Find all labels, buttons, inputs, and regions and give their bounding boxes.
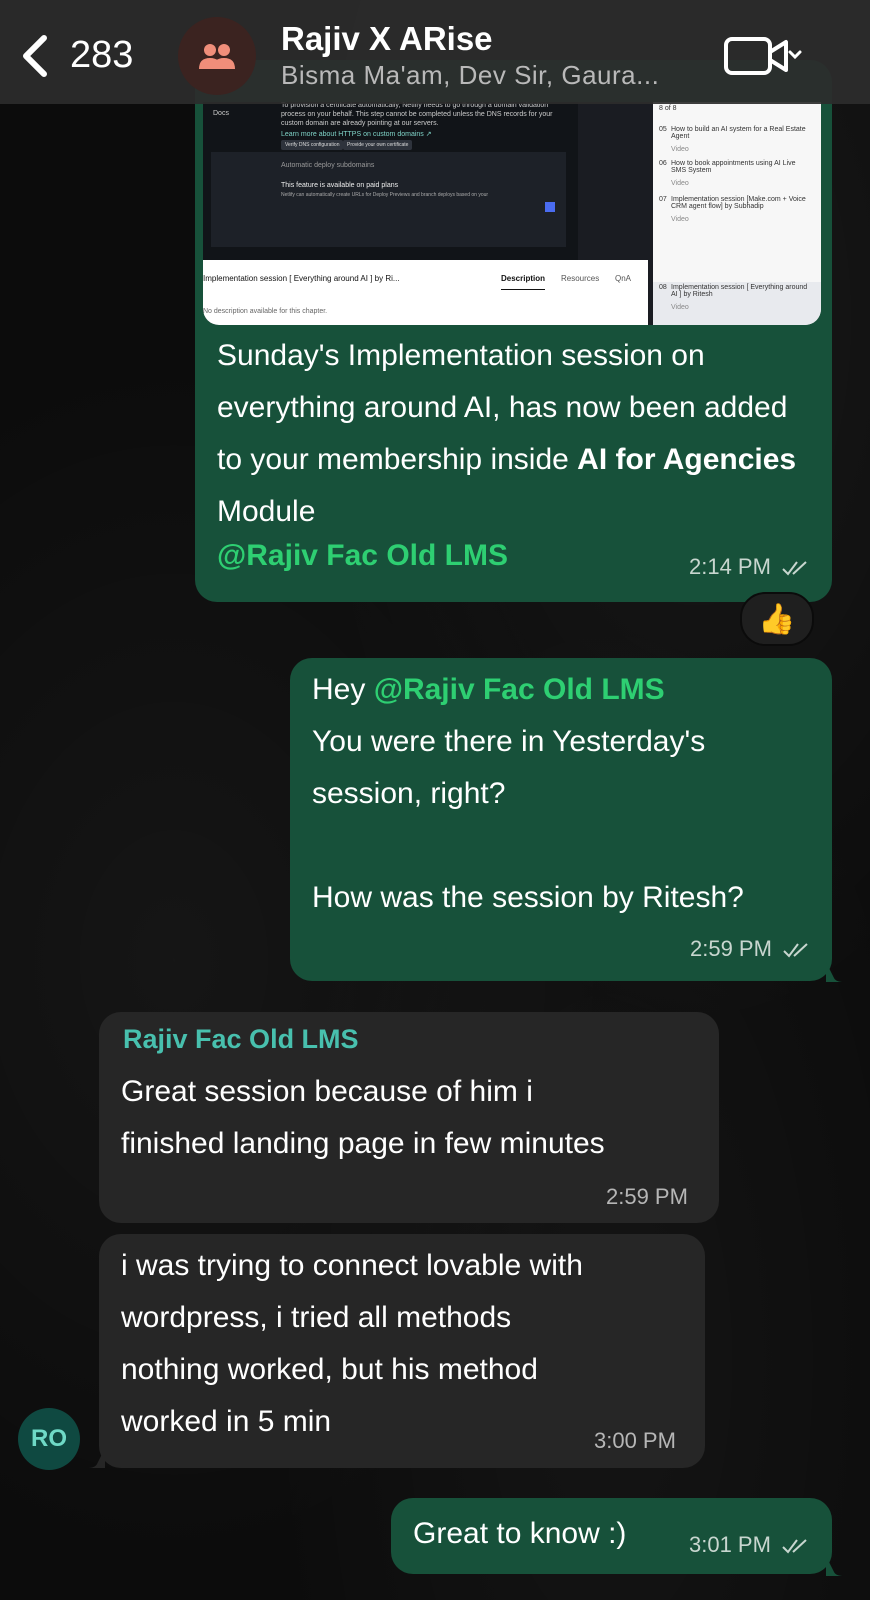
message-text: Great to know :) bbox=[413, 1517, 627, 1550]
mention-link[interactable]: @Rajiv Fac Old LMS bbox=[217, 530, 508, 582]
playlist-num: 05 bbox=[659, 126, 667, 133]
message-line: You were there in Yesterday's bbox=[312, 725, 706, 758]
playlist-type: Video bbox=[671, 216, 689, 223]
message-line: How was the session by Ritesh? bbox=[312, 881, 744, 914]
message-time: 2:14 PM bbox=[689, 554, 811, 580]
screenshot-dark-panel: Docs To provision a certificate automati… bbox=[203, 102, 578, 260]
chevron-left-icon[interactable] bbox=[20, 34, 50, 78]
message-line: wordpress, i tried all methods bbox=[121, 1301, 512, 1334]
thumbs-up-emoji: 👍 bbox=[758, 602, 796, 636]
bubble-tail bbox=[826, 962, 844, 982]
playlist-title: How to book appointments using AI Live S… bbox=[671, 160, 796, 174]
message-bubble-4[interactable]: i was trying to connect lovable with wor… bbox=[99, 1234, 705, 1468]
double-check-icon bbox=[782, 561, 807, 576]
screenshot-tab-description: Description bbox=[501, 274, 546, 290]
screenshot-description: No description available for this chapte… bbox=[203, 308, 328, 315]
message-line: Hey @Rajiv Fac Old LMS bbox=[312, 664, 665, 716]
screenshot-line: This feature is available on paid plans bbox=[281, 182, 399, 189]
mention-link[interactable]: @Rajiv Fac Old LMS bbox=[374, 673, 665, 706]
playlist-type: Video bbox=[671, 304, 689, 311]
playlist-type: Video bbox=[671, 180, 689, 187]
playlist-num: 07 bbox=[659, 196, 667, 203]
chat-participants[interactable]: Bisma Ma'am, Dev Sir, Gaura... bbox=[281, 60, 659, 91]
playlist-title: Implementation session [Make.com + Voice… bbox=[671, 196, 806, 210]
back-unread-count[interactable]: 283 bbox=[70, 34, 133, 77]
avatar[interactable]: RO bbox=[18, 1408, 80, 1470]
message-line: finished landing page in few minutes bbox=[121, 1127, 605, 1160]
playlist-type: Video bbox=[671, 146, 689, 153]
message-text: Sunday's Implementation session on every… bbox=[217, 330, 817, 538]
chevron-down-icon bbox=[788, 50, 802, 60]
playlist-title: Implementation session [ Everything arou… bbox=[671, 284, 808, 298]
screenshot-inner-card: Automatic deploy subdomains This feature… bbox=[211, 152, 566, 247]
message-bubble-5[interactable]: Great to know :) 3:01 PM bbox=[391, 1498, 832, 1574]
group-icon bbox=[199, 44, 235, 69]
video-camera-icon[interactable] bbox=[724, 36, 804, 76]
screenshot-white-panel bbox=[203, 260, 648, 325]
playlist-title: How to build an AI system for a Real Est… bbox=[671, 126, 806, 140]
screenshot-line: Automatic deploy subdomains bbox=[281, 162, 375, 169]
group-avatar[interactable] bbox=[178, 17, 256, 95]
playlist-num: 08 bbox=[659, 284, 667, 291]
screenshot-line: Netlify can automatically create URLs fo… bbox=[281, 192, 489, 198]
bubble-tail bbox=[826, 1556, 844, 1576]
message-line: worked in 5 min bbox=[121, 1405, 332, 1438]
playlist-counter: 8 of 8 bbox=[659, 105, 677, 112]
message-time: 3:01 PM bbox=[689, 1532, 811, 1558]
time-label: 3:01 PM bbox=[689, 1532, 771, 1557]
message-text-after: Module bbox=[217, 495, 316, 528]
screenshot-course-title: Implementation session [ Everything arou… bbox=[203, 274, 400, 283]
message-line: nothing worked, but his method bbox=[121, 1353, 538, 1386]
playlist-active-item: 08 Implementation session [ Everything a… bbox=[653, 282, 821, 325]
reaction-badge[interactable]: 👍 bbox=[740, 592, 814, 646]
message-time: 3:00 PM bbox=[594, 1428, 676, 1453]
chat-title[interactable]: Rajiv X ARise bbox=[281, 20, 493, 58]
screenshot-tab-resources: Resources bbox=[561, 274, 600, 283]
screenshot-button: Provide your own certificate bbox=[343, 140, 413, 150]
time-label: 2:59 PM bbox=[690, 936, 772, 961]
double-check-icon bbox=[782, 1539, 807, 1554]
message-time: 2:59 PM bbox=[606, 1184, 688, 1209]
message-bubble-3[interactable]: Rajiv Fac Old LMS Great session because … bbox=[99, 1012, 719, 1223]
course-screenshot-image[interactable]: Docs To provision a certificate automati… bbox=[203, 102, 821, 325]
playlist-num: 06 bbox=[659, 160, 667, 167]
screenshot-side-label: Docs bbox=[213, 110, 229, 117]
screenshot-line: custom domain are already pointing at ou… bbox=[281, 120, 439, 127]
bubble-tail bbox=[87, 1448, 105, 1468]
message-line: i was trying to connect lovable with bbox=[121, 1249, 583, 1282]
message-time: 2:59 PM bbox=[690, 936, 812, 962]
screenshot-line: process on your behalf. This step cannot… bbox=[281, 111, 553, 118]
message-text-bold: AI for Agencies bbox=[577, 443, 797, 476]
double-check-icon bbox=[783, 943, 808, 958]
message-line: Great session because of him i bbox=[121, 1075, 533, 1108]
message-line: session, right? bbox=[312, 777, 506, 810]
screenshot-tab-qna: QnA bbox=[615, 274, 632, 283]
screenshot-button: Verify DNS configuration bbox=[281, 140, 344, 150]
sender-name[interactable]: Rajiv Fac Old LMS bbox=[123, 1024, 359, 1055]
message-bubble-2[interactable]: Hey @Rajiv Fac Old LMS You were there in… bbox=[290, 658, 832, 981]
message-bubble-1[interactable]: Docs To provision a certificate automati… bbox=[195, 60, 832, 602]
chat-header: 283 Rajiv X ARise Bisma Ma'am, Dev Sir, … bbox=[0, 0, 870, 104]
screenshot-link: Learn more about HTTPS on custom domains… bbox=[281, 131, 432, 138]
time-label: 2:14 PM bbox=[689, 554, 771, 579]
message-prefix: Hey bbox=[312, 673, 374, 706]
screenshot-blue-icon bbox=[545, 202, 555, 212]
